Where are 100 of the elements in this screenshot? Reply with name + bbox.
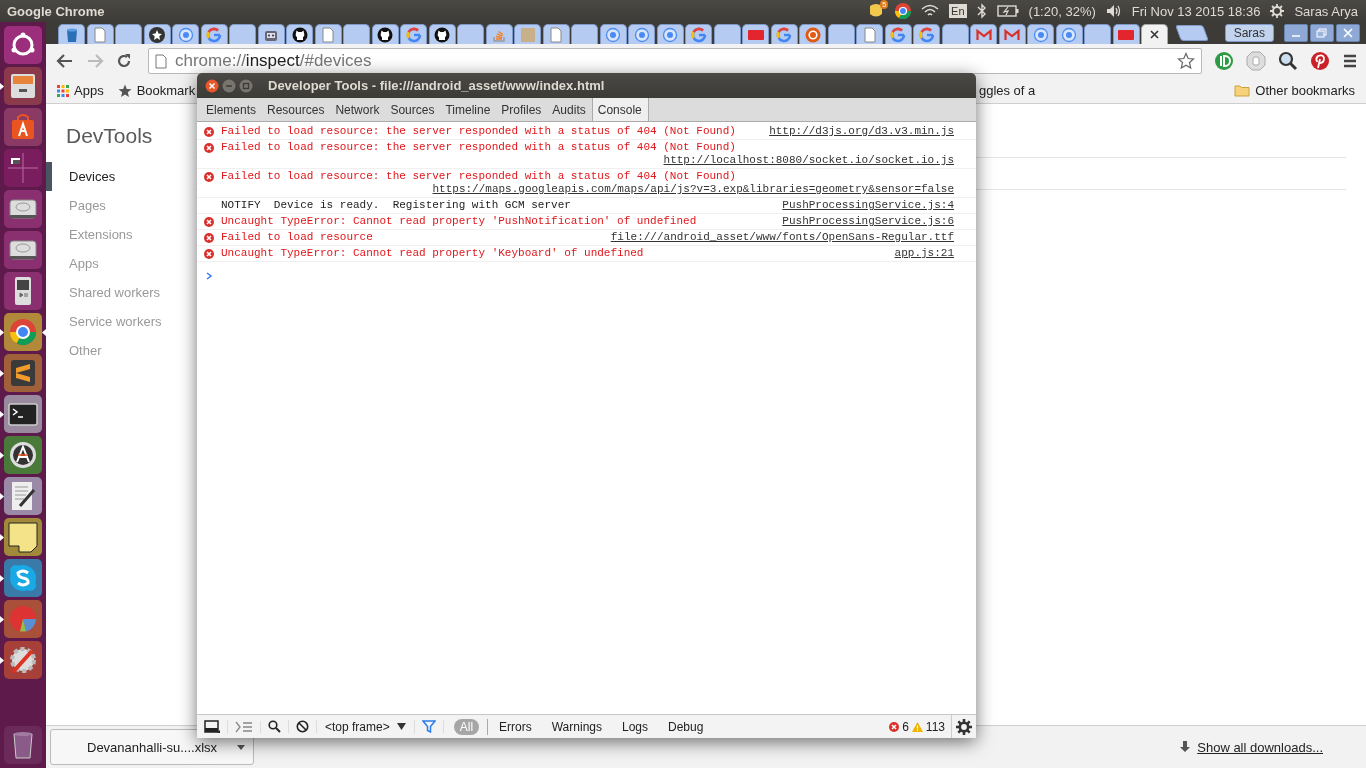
envelope-icon	[1004, 26, 1020, 43]
devtools-tab[interactable]: Audits	[547, 98, 592, 121]
browser-tab[interactable]	[1112, 24, 1140, 44]
error-icon	[204, 233, 214, 243]
profile-button[interactable]: Saras	[1224, 24, 1274, 42]
keyboard-layout[interactable]: En	[949, 4, 967, 18]
message-counter[interactable]: 6 113	[889, 719, 951, 734]
source-link[interactable]: file:///android_asset/www/fonts/OpenSans-Regular.ttf	[610, 231, 954, 244]
battery-icon[interactable]	[996, 5, 1019, 17]
media-player-icon[interactable]	[4, 272, 42, 310]
devtools-tab[interactable]: Elements	[201, 98, 263, 121]
menu-icon[interactable]	[1342, 53, 1358, 69]
browser-tab[interactable]	[485, 24, 513, 44]
hard-drive-icon[interactable]	[4, 231, 42, 269]
minimize-icon[interactable]	[1284, 24, 1308, 42]
bookmark[interactable]: Bookmark	[114, 83, 199, 98]
browser-tab[interactable]	[286, 24, 313, 44]
browser-tab[interactable]	[371, 24, 399, 44]
browser-tab[interactable]	[1141, 24, 1168, 44]
star-icon	[149, 26, 165, 43]
browser-tab[interactable]	[542, 24, 570, 44]
download-item[interactable]: Devananhalli-su....xlsx	[50, 729, 254, 765]
battery-status[interactable]: (1:20, 32%)	[1028, 3, 1096, 19]
source-link[interactable]: PushProcessingService.js:6	[782, 215, 954, 228]
close-icon[interactable]	[1150, 30, 1159, 39]
reload-icon[interactable]	[116, 53, 132, 69]
launcher-logo-icon[interactable]	[4, 26, 42, 64]
show-all-downloads-link[interactable]: Show all downloads...	[1197, 739, 1323, 755]
circle-logo-icon	[804, 26, 821, 43]
user-name[interactable]: Saras Arya	[1294, 3, 1358, 19]
ring-icon	[662, 26, 678, 43]
gear-wrench-icon[interactable]	[4, 641, 42, 679]
chat-app-icon[interactable]	[4, 559, 42, 597]
browser-tab[interactable]	[257, 24, 285, 44]
bookmark[interactable]: Apps	[54, 83, 107, 98]
devtools-tab[interactable]: Network	[330, 98, 386, 121]
bluetooth-icon[interactable]	[976, 3, 987, 19]
browser-icon[interactable]	[895, 3, 912, 19]
close-icon[interactable]	[205, 78, 219, 93]
extension-icon[interactable]	[1214, 51, 1234, 71]
context-dropdown[interactable]: <top frame>	[317, 719, 415, 734]
browser-tab[interactable]	[713, 24, 741, 44]
error-icon	[204, 172, 214, 182]
devtools-tab[interactable]: Timeline	[440, 98, 497, 121]
source-link[interactable]: app.js:21	[894, 247, 954, 260]
bookmark[interactable]: ggles of a	[975, 83, 1039, 98]
source-link[interactable]: https://maps.googleapis.com/maps/api/js?v=3.exp&libraries=geometry&sensor=false	[432, 183, 954, 196]
volume-icon[interactable]	[1105, 4, 1122, 18]
sticky-note-icon[interactable]	[4, 518, 42, 556]
editor-app-icon[interactable]	[4, 354, 42, 392]
hard-drive-icon[interactable]	[4, 190, 42, 228]
prompt-chevron-icon[interactable]	[206, 272, 212, 280]
browser-tab[interactable]	[656, 24, 684, 44]
devtools-tab[interactable]: Resources	[262, 98, 331, 121]
browser-tab[interactable]	[1055, 24, 1083, 44]
browser-tab[interactable]	[428, 24, 456, 44]
caret-icon[interactable]	[237, 744, 245, 750]
address-field[interactable]: chrome://inspect/#devices	[148, 48, 1202, 74]
filter-option[interactable]: Debug	[665, 718, 707, 735]
browser-tab[interactable]	[770, 24, 798, 44]
filter-option[interactable]: Errors	[496, 718, 535, 735]
pin-logo-icon[interactable]	[1310, 51, 1330, 71]
browser-tab[interactable]	[86, 24, 114, 44]
source-link[interactable]: PushProcessingService.js:4	[782, 199, 954, 212]
browser-tab[interactable]	[998, 24, 1026, 44]
browser-tab[interactable]	[599, 24, 627, 44]
window-title: Developer Tools - file:///android_asset/www/index.html	[268, 78, 605, 93]
devtools-tab[interactable]: Console	[591, 98, 649, 121]
other-bookmarks[interactable]: Other bookmarks	[1231, 83, 1358, 98]
clock[interactable]: Fri Nov 13 2015 18:36	[1131, 3, 1261, 19]
new-tab-button[interactable]	[1174, 25, 1209, 41]
restore-icon[interactable]	[1310, 24, 1334, 42]
back-icon[interactable]	[56, 53, 74, 69]
source-link[interactable]: http://d3js.org/d3.v3.min.js	[769, 125, 954, 138]
devtools-tab[interactable]: Profiles	[496, 98, 548, 121]
document-pencil-icon[interactable]	[4, 477, 42, 515]
browser-icon[interactable]	[4, 313, 42, 351]
browser-tab[interactable]	[200, 24, 228, 44]
shopping-bag-icon[interactable]	[4, 108, 42, 146]
wifi-icon[interactable]	[921, 4, 940, 18]
terminal-icon[interactable]	[4, 395, 42, 433]
browser-tab[interactable]	[884, 24, 912, 44]
g-logo-icon	[206, 26, 222, 43]
file-cabinet-icon[interactable]	[4, 67, 42, 105]
browser-tab[interactable]	[143, 24, 171, 44]
error-icon	[204, 249, 214, 259]
filter-option[interactable]: Logs	[619, 718, 651, 735]
devtools-tab[interactable]: Sources	[385, 98, 441, 121]
maximize-icon[interactable]	[239, 78, 253, 93]
settings-icon[interactable]	[956, 718, 972, 735]
browser-tab[interactable]	[941, 24, 969, 44]
magnifier-icon[interactable]	[1278, 51, 1298, 71]
browser-tab[interactable]	[827, 24, 855, 44]
update-icon[interactable]	[4, 436, 42, 474]
nav-item[interactable]: Devices	[46, 162, 116, 191]
browser-tab[interactable]	[314, 24, 342, 44]
source-link[interactable]: http://localhost:8080/socket.io/socket.io.js	[663, 154, 954, 167]
filter-option[interactable]: Warnings	[548, 718, 605, 735]
trash-icon[interactable]	[4, 726, 42, 764]
bookmark-star-icon[interactable]	[1177, 52, 1195, 70]
